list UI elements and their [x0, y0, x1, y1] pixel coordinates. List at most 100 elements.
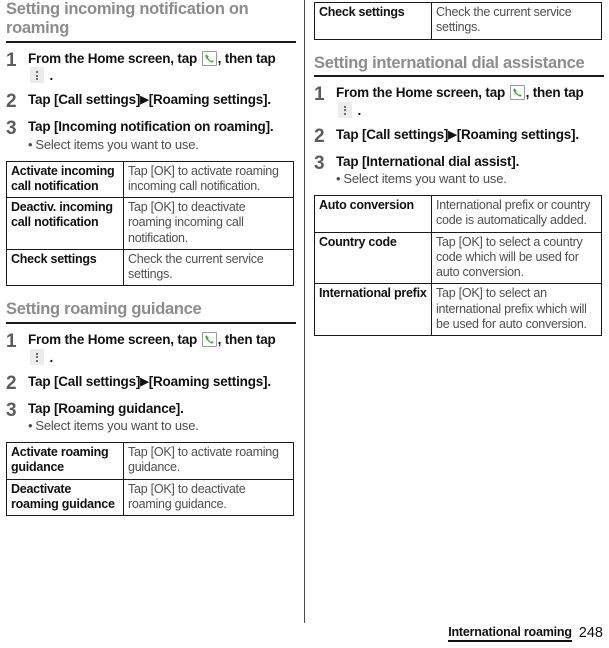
table-row: Deactivate roaming guidance Tap [OK] to …	[6, 478, 294, 517]
step-body: From the Home screen, tap , then tap .	[28, 331, 296, 366]
step-item: 3 Tap [Incoming notification on roaming]…	[6, 118, 296, 153]
step-item: 2 Tap [Call settings]▶[Roaming settings]…	[314, 126, 604, 146]
step-text-part: .	[46, 68, 54, 84]
step-number: 2	[314, 126, 325, 147]
step-number: 1	[6, 49, 17, 71]
left-column: Setting incoming notification on roaming…	[6, 0, 296, 517]
overflow-menu-icon	[338, 101, 352, 118]
table-cell-desc: International prefix or country code is …	[431, 195, 602, 233]
table-row: Deactiv. incoming call notification Tap …	[6, 197, 294, 250]
footer-chapter-title: International roaming	[448, 625, 572, 642]
table-cell-desc: Check the current service settings.	[123, 248, 294, 287]
table-cell-term: Check settings	[6, 248, 124, 287]
table-cell-desc: Tap [OK] to activate roaming guidance.	[123, 442, 294, 480]
phone-handset-icon	[509, 85, 525, 101]
step-text: Tap [Call settings]▶[Roaming settings].	[28, 373, 296, 390]
substep-text: Select items you want to use.	[35, 136, 199, 152]
section-heading-international-dial-assistance: Setting international dial assistance	[314, 54, 604, 78]
step-text-part: .	[46, 349, 54, 365]
step-text: Tap [Call settings]▶[Roaming settings].	[28, 91, 296, 108]
step-text-part: [Roaming settings].	[148, 373, 271, 389]
table-row: Activate incoming call notification Tap …	[6, 160, 294, 199]
step-number: 3	[6, 399, 17, 421]
step-text-part: Tap [Call settings]	[336, 127, 449, 142]
step-text: From the Home screen, tap , then tap .	[336, 84, 604, 119]
settings-table-continued: Check settings Check the current service…	[314, 2, 602, 40]
step-text: From the Home screen, tap , then tap .	[28, 50, 296, 85]
substep-text: Select items you want to use.	[343, 171, 507, 187]
step-text-part: , then tap	[217, 50, 276, 66]
step-body: Tap [Roaming guidance]. • Select items yo…	[28, 400, 296, 435]
table-cell-desc: Check the current service settings.	[431, 2, 602, 40]
step-text-part: [Roaming settings].	[148, 92, 271, 108]
section-heading-incoming-notification: Setting incoming notification on roaming	[6, 0, 296, 43]
table-row: Check settings Check the current service…	[314, 2, 602, 40]
settings-table-roaming-guidance: Activate roaming guidance Tap [OK] to ac…	[6, 442, 294, 517]
overflow-menu-icon	[30, 67, 44, 84]
section-heading-roaming-guidance: Setting roaming guidance	[6, 300, 296, 325]
step-substep: • Select items you want to use.	[28, 418, 296, 435]
step-body: Tap [Call settings]▶[Roaming settings].	[28, 91, 296, 108]
step-substep: • Select items you want to use.	[336, 171, 604, 188]
phone-handset-icon	[201, 332, 217, 348]
table-row: Check settings Check the current service…	[6, 248, 294, 287]
step-text-part: .	[354, 102, 362, 118]
step-item: 1 From the Home screen, tap , then tap .	[6, 331, 296, 366]
step-item: 1 From the Home screen, tap , then tap .	[314, 84, 604, 119]
settings-table-international-dial-assist: Auto conversion International prefix or …	[314, 195, 602, 337]
step-item: 2 Tap [Call settings]▶[Roaming settings]…	[6, 91, 296, 111]
table-cell-term: International prefix	[314, 283, 432, 337]
step-body: From the Home screen, tap , then tap .	[28, 50, 296, 85]
step-text-part: [Roaming settings].	[456, 127, 579, 142]
table-cell-term: Activate roaming guidance	[6, 442, 124, 480]
table-cell-desc: Tap [OK] to deactivate roaming guidance.	[123, 478, 294, 517]
table-cell-term: Deactivate roaming guidance	[6, 478, 124, 517]
step-body: Tap [Call settings]▶[Roaming settings].	[28, 373, 296, 390]
table-cell-term: Deactiv. incoming call notification	[6, 197, 124, 250]
right-arrow-icon: ▶	[140, 375, 149, 388]
step-item: 1 From the Home screen, tap , then tap .	[6, 50, 296, 85]
table-cell-term: Check settings	[314, 2, 432, 40]
table-row: International prefix Tap [OK] to select …	[314, 283, 602, 337]
table-cell-term: Auto conversion	[314, 195, 432, 233]
step-text: Tap [Roaming guidance].	[28, 400, 184, 416]
right-column: Check settings Check the current service…	[314, 0, 604, 337]
table-cell-desc: Tap [OK] to select a country code which …	[431, 231, 602, 285]
table-cell-term: Activate incoming call notification	[6, 160, 124, 199]
table-row: Auto conversion International prefix or …	[314, 195, 602, 233]
step-text: Tap [Incoming notification on roaming].	[28, 119, 274, 135]
substep-text: Select items you want to use.	[35, 418, 199, 434]
manual-page: Setting incoming notification on roaming…	[0, 0, 609, 648]
step-text: From the Home screen, tap , then tap .	[28, 331, 296, 366]
step-text-part: Tap [Call settings]	[28, 373, 141, 389]
step-body: Tap [Incoming notification on roaming]. …	[28, 118, 296, 153]
step-text-part: From the Home screen, tap	[336, 85, 509, 101]
step-body: Tap [International dial assist]. • Select…	[336, 153, 604, 188]
table-cell-desc: Tap [OK] to select an international pref…	[431, 283, 602, 337]
footer-page-number: 248	[578, 625, 603, 642]
overflow-menu-icon	[30, 348, 44, 365]
bullet-icon: •	[28, 418, 33, 434]
step-body: Tap [Call settings]▶[Roaming settings].	[336, 126, 604, 143]
step-body: From the Home screen, tap , then tap .	[336, 84, 604, 119]
step-text-part: From the Home screen, tap	[28, 332, 201, 348]
step-number: 1	[314, 84, 325, 106]
step-item: 3 Tap [Roaming guidance]. • Select items …	[6, 400, 296, 435]
step-text-part: Tap [Call settings]	[28, 92, 141, 108]
step-item: 2 Tap [Call settings]▶[Roaming settings]…	[6, 373, 296, 393]
bullet-icon: •	[336, 171, 341, 187]
step-substep: • Select items you want to use.	[28, 137, 296, 154]
step-text-part: , then tap	[217, 332, 276, 348]
table-cell-term: Country code	[314, 231, 432, 285]
step-number: 3	[314, 153, 325, 174]
step-item: 3 Tap [International dial assist]. • Sele…	[314, 153, 604, 188]
step-number: 1	[6, 331, 17, 353]
table-cell-desc: Tap [OK] to deactivate roaming incoming …	[123, 197, 294, 250]
step-text-part: From the Home screen, tap	[28, 50, 201, 66]
step-number: 2	[6, 91, 17, 113]
step-number: 3	[6, 118, 17, 140]
column-divider	[304, 0, 305, 623]
step-number: 2	[6, 372, 17, 394]
page-footer: International roaming 248	[448, 625, 603, 642]
settings-table-incoming-notification: Activate incoming call notification Tap …	[6, 160, 294, 287]
